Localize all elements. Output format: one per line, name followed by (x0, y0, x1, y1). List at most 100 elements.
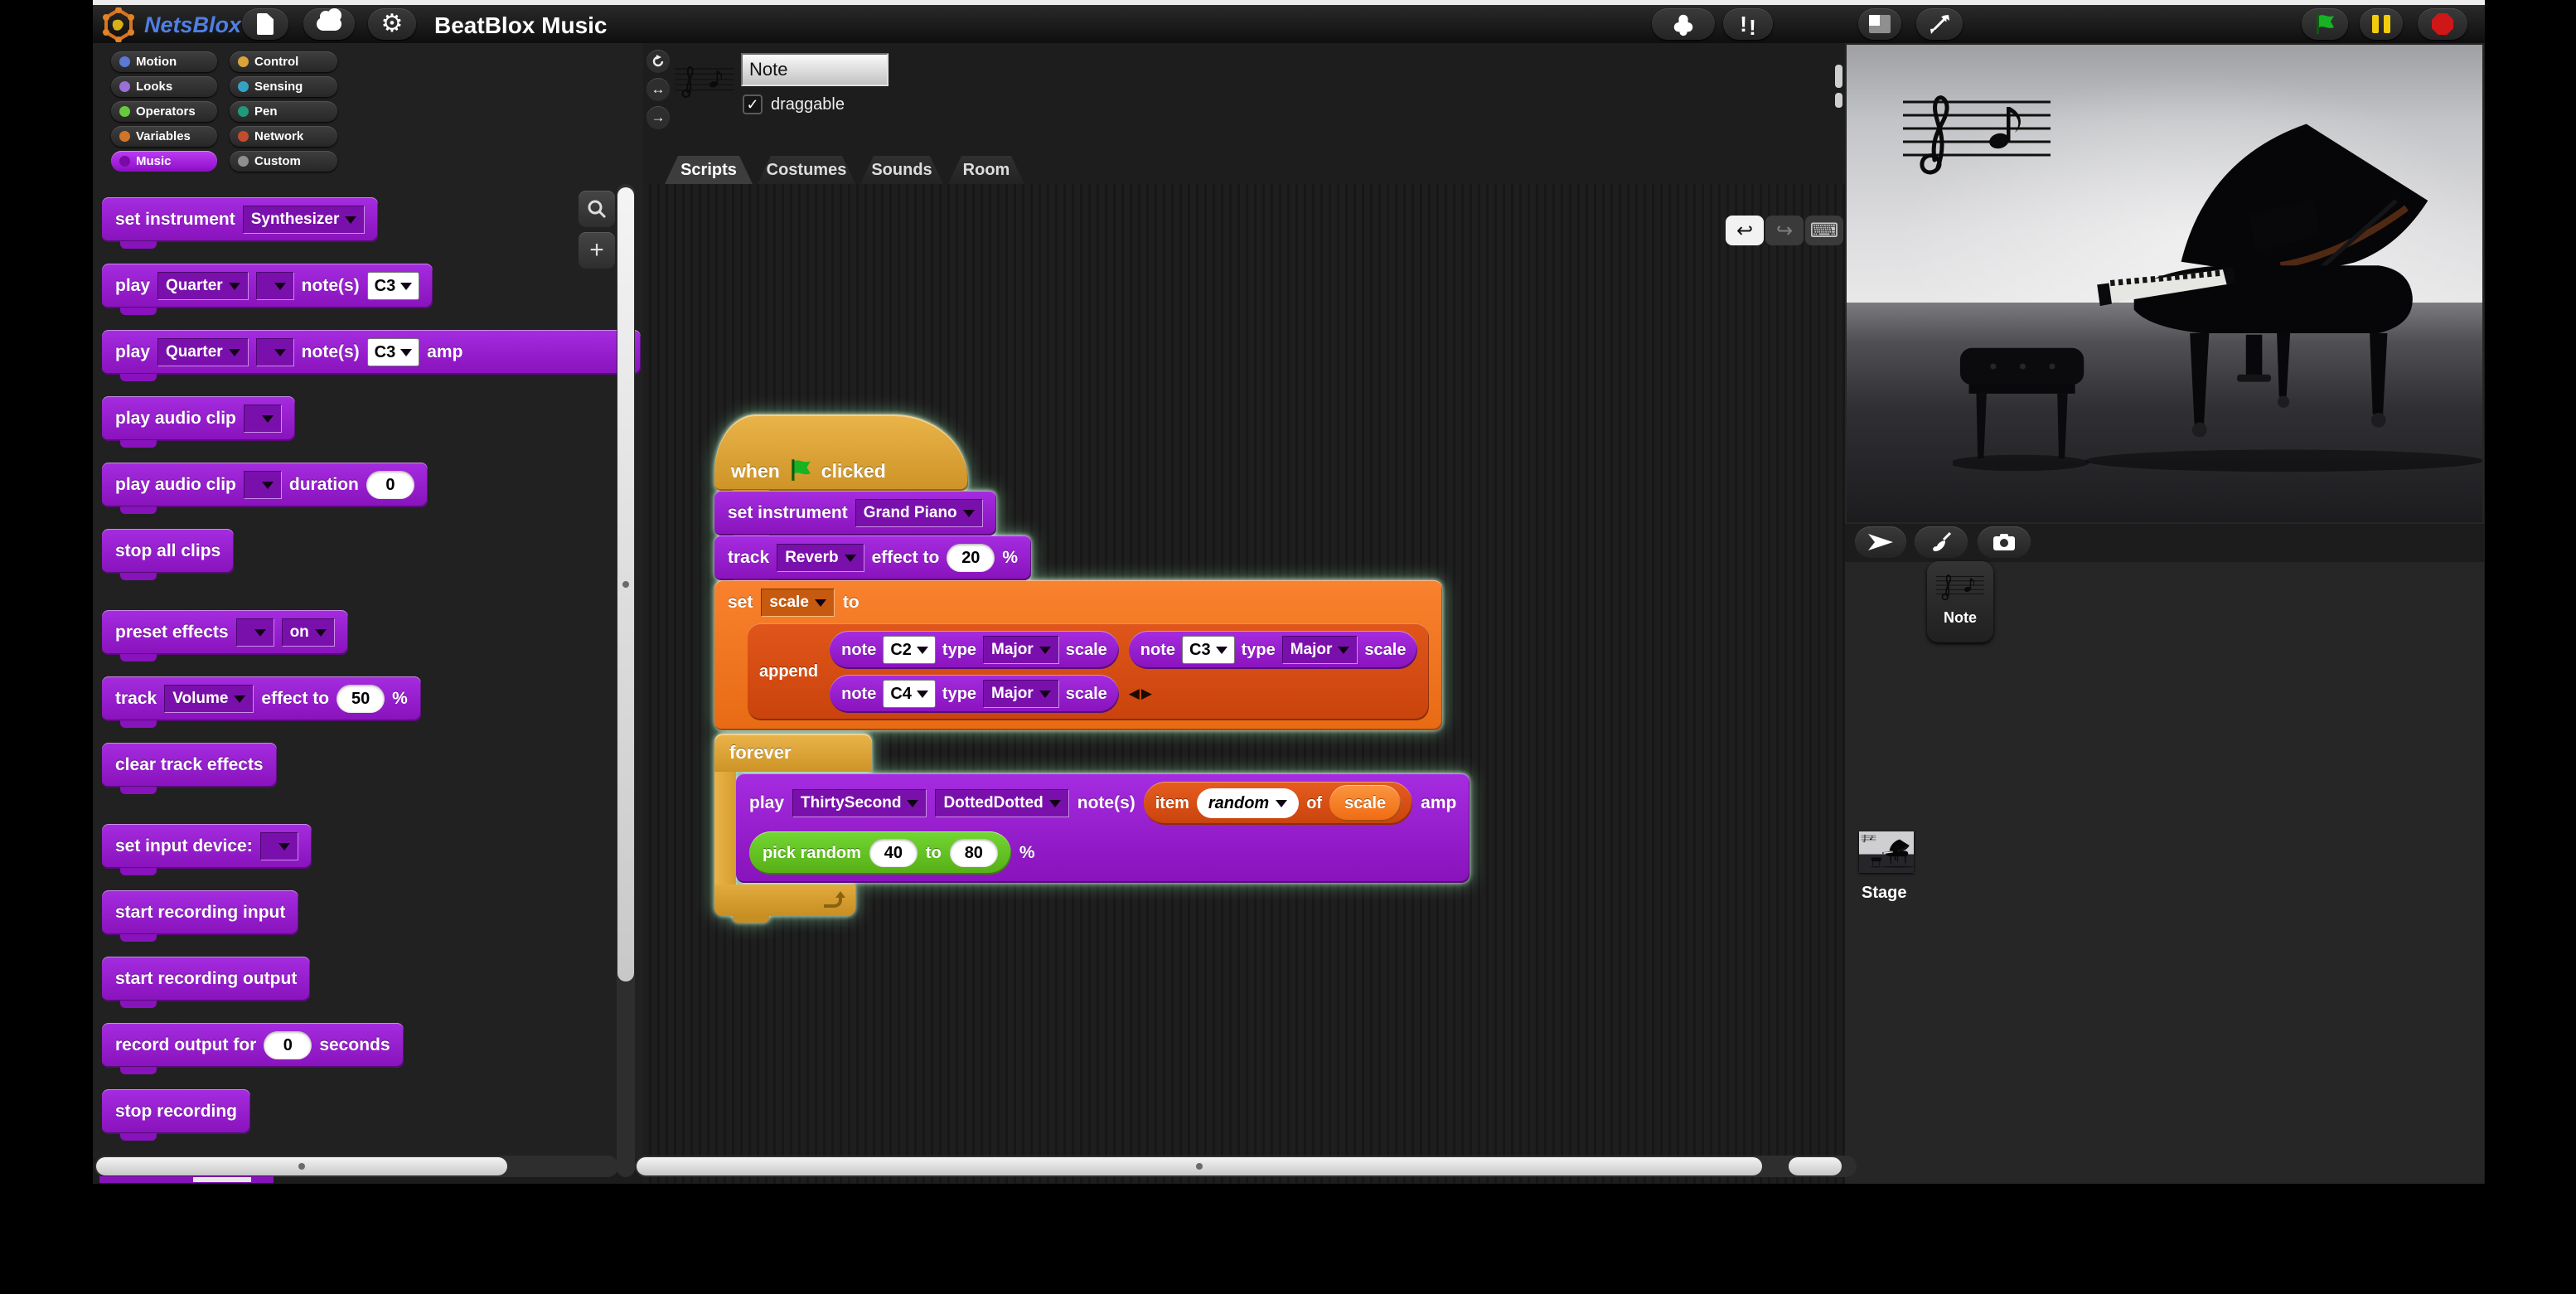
keyboard-entry-button[interactable]: ⌨ (1805, 216, 1843, 245)
redo-button[interactable]: ↪ (1765, 216, 1804, 245)
camera-sprite-button[interactable] (1978, 526, 2031, 558)
palette-block-play-notes-amp[interactable]: play Quarter note(s) C3 amp (102, 330, 641, 375)
category-looks[interactable]: Looks (111, 76, 217, 97)
palette-block-play-notes[interactable]: play Quarter note(s) C3 (102, 264, 433, 308)
corral-stage-thumbnail[interactable] (1859, 831, 1914, 873)
category-control[interactable]: Control (230, 51, 337, 72)
palette-block-stop-all-clips[interactable]: stop all clips (102, 529, 234, 574)
sprite-name-input[interactable] (741, 53, 889, 86)
on-off-dropdown[interactable]: on (282, 618, 335, 647)
dots-dropdown[interactable] (256, 338, 294, 366)
category-network[interactable]: Network (230, 126, 337, 147)
track-effect-dropdown[interactable]: Reverb (777, 544, 864, 572)
duration-dropdown[interactable]: Quarter (157, 272, 249, 300)
stage[interactable] (1847, 45, 2482, 522)
scripts-horizontal-scrollbar[interactable] (637, 1157, 1762, 1175)
dots-dropdown[interactable] (256, 272, 294, 300)
scripts-vertical-scrollbar[interactable] (1835, 93, 1842, 108)
random-min-input[interactable]: 40 (869, 839, 918, 867)
category-variables[interactable]: Variables (111, 126, 217, 147)
random-max-input[interactable]: 80 (950, 839, 998, 867)
duration-input[interactable]: 0 (366, 471, 414, 499)
pitch-dropdown[interactable]: C2 (883, 636, 936, 664)
tab-costumes[interactable]: Costumes (758, 156, 855, 184)
duration-dropdown[interactable]: Quarter (157, 338, 249, 366)
palette-horizontal-scrollbar[interactable] (96, 1157, 507, 1175)
block-set-variable[interactable]: set scale to append note C2 type (714, 580, 1442, 730)
instrument-dropdown[interactable]: Grand Piano (855, 499, 983, 527)
palette-block-play-audio-clip[interactable]: play audio clip (102, 396, 295, 441)
category-custom[interactable]: Custom (230, 151, 337, 172)
clip-dropdown[interactable] (244, 405, 282, 433)
block-pick-random[interactable]: pick random 40 to 80 (749, 831, 1011, 875)
green-flag-button[interactable] (2302, 8, 2348, 40)
netsblox-logo[interactable]: NetsBlox (101, 7, 241, 42)
tab-sounds[interactable]: Sounds (860, 156, 943, 184)
palette-block-track-effect[interactable]: track Volume effect to 50 % (102, 676, 421, 721)
block-item-of-list[interactable]: item random of scale (1144, 782, 1412, 825)
note-dropdown[interactable]: C3 (367, 338, 420, 366)
duration-dropdown[interactable]: ThirtySecond (792, 789, 927, 817)
palette-block-stop-recording[interactable]: stop recording (102, 1089, 250, 1134)
palette-block-record-output-for[interactable]: record output for 0 seconds (102, 1023, 404, 1068)
block-forever[interactable]: forever play ThirtySecond DottedDot (714, 734, 1470, 916)
scale-type-dropdown[interactable]: Major (1282, 636, 1358, 664)
scale-type-dropdown[interactable]: Major (983, 636, 1059, 664)
record-seconds-input[interactable]: 0 (264, 1031, 312, 1059)
settings-menu-button[interactable]: ⚙ (368, 8, 416, 40)
effect-value-input[interactable]: 20 (947, 544, 995, 572)
input-device-dropdown[interactable] (260, 832, 298, 860)
pitch-dropdown[interactable]: C3 (1182, 636, 1235, 664)
file-menu-button[interactable] (242, 8, 288, 40)
index-dropdown[interactable]: random (1197, 788, 1299, 818)
rotation-left-right-button[interactable]: ↔ (646, 78, 670, 101)
category-motion[interactable]: Motion (111, 51, 217, 72)
palette-block-set-instrument[interactable]: set instrument Synthesizer (102, 197, 378, 242)
block-note-c2[interactable]: note C2 type Major scale (830, 631, 1119, 669)
note-sprite-on-stage[interactable] (1898, 80, 2055, 182)
draggable-checkbox[interactable]: ✓ (743, 95, 763, 114)
category-music[interactable]: Music (111, 151, 217, 172)
instrument-dropdown[interactable]: Synthesizer (243, 206, 366, 234)
scripts-canvas[interactable]: ↩ ↪ ⌨ when clicked set instrument Grand … (643, 184, 1845, 1184)
block-note-c4[interactable]: note C4 type Major scale (830, 675, 1119, 713)
rotation-none-button[interactable]: → (646, 106, 670, 129)
track-effect-dropdown[interactable]: Volume (164, 685, 254, 713)
effect-value-input[interactable]: 50 (337, 685, 385, 713)
hat-block-when-flag-clicked[interactable]: when clicked (714, 414, 968, 491)
fullscreen-button[interactable] (1916, 8, 1963, 40)
stop-button[interactable] (2418, 8, 2467, 40)
note-dropdown[interactable]: C3 (367, 272, 420, 300)
undo-button[interactable]: ↩ (1726, 216, 1764, 245)
clip-dropdown[interactable] (244, 471, 282, 499)
block-note-c3[interactable]: note C3 type Major scale (1129, 631, 1418, 669)
scripts-vertical-scrollbar[interactable] (1835, 65, 1842, 88)
effect-dropdown[interactable] (236, 618, 274, 647)
tab-room[interactable]: Room (948, 156, 1024, 184)
palette-block-clear-track-effects[interactable]: clear track effects (102, 743, 277, 788)
cloud-menu-button[interactable] (303, 8, 355, 40)
dots-dropdown[interactable]: DottedDotted (935, 789, 1068, 817)
pause-button[interactable] (2360, 8, 2403, 40)
block-track-effect[interactable]: track Reverb effect to 20 % (714, 536, 1031, 580)
category-pen[interactable]: Pen (230, 101, 337, 122)
pitch-dropdown[interactable]: C4 (883, 680, 936, 708)
block-play-notes-amp[interactable]: play ThirtySecond DottedDotted note(s) i… (736, 773, 1470, 883)
new-sprite-button[interactable] (1855, 526, 1906, 558)
notifications-button[interactable]: ! ! (1723, 8, 1773, 40)
block-append[interactable]: append note C2 type Major scale (748, 623, 1429, 720)
palette-block-play-audio-clip-duration[interactable]: play audio clip duration 0 (102, 463, 428, 507)
palette-block-set-input-device[interactable]: set input device: (102, 824, 312, 869)
stage-size-button[interactable] (1858, 8, 1901, 40)
variable-dropdown[interactable]: scale (761, 589, 835, 617)
palette-vertical-scrollbar[interactable] (617, 187, 634, 981)
community-button[interactable] (1652, 8, 1715, 40)
category-operators[interactable]: Operators (111, 101, 217, 122)
palette-block-start-recording-input[interactable]: start recording input (102, 890, 298, 935)
category-sensing[interactable]: Sensing (230, 76, 337, 97)
scrollbar-end-cap[interactable] (1789, 1157, 1842, 1175)
scale-type-dropdown[interactable]: Major (983, 680, 1059, 708)
tab-scripts[interactable]: Scripts (665, 156, 753, 184)
variable-reporter-scale[interactable]: scale (1329, 785, 1401, 821)
variadic-arrows[interactable]: ◀▶ (1129, 686, 1418, 702)
